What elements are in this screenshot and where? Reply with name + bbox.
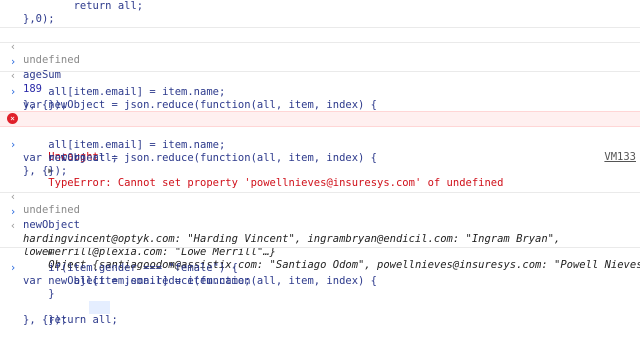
console-input-line: all[item.email] = item.name; bbox=[23, 86, 226, 98]
console-input-line: › var newObject = json.reduce(function(a… bbox=[0, 73, 640, 111]
console-input-line: all[item.email] = item.name; bbox=[23, 139, 226, 151]
console-input-line: › ageSum bbox=[0, 43, 640, 81]
console-prompt-input[interactable]: if(item.gender === "female") { bbox=[0, 262, 640, 275]
console-prompt-input[interactable]: all[item.email] = item.name; bbox=[0, 275, 640, 288]
text-selection bbox=[89, 301, 110, 314]
console-prompt-input[interactable]: }, {}); bbox=[0, 314, 640, 327]
console-prompt-input[interactable]: } bbox=[0, 288, 640, 301]
console-prompt-input[interactable]: return all; bbox=[0, 301, 640, 326]
console-input-line: › var newObject = json.reduce(function(a… bbox=[0, 126, 640, 164]
console-object-output[interactable]: ‹ ▶ Object {santiagoodom@assistix.com: "… bbox=[0, 207, 640, 271]
console-error-line[interactable]: × Uncaught ▶ TypeError: Cannot set prope… bbox=[0, 112, 640, 189]
console-input-line: }, {}); bbox=[23, 165, 68, 177]
console-output-line: ‹ 189 bbox=[0, 57, 640, 95]
console-input-line: },0); bbox=[23, 13, 55, 25]
error-icon: × bbox=[7, 113, 18, 124]
console-input-line: return all; bbox=[23, 0, 144, 12]
console-prompt-input[interactable]: › var newObject = json.reduce(function(a… bbox=[0, 249, 640, 287]
console-output-line: ‹ undefined bbox=[0, 28, 640, 66]
console-input-line: return all; bbox=[23, 152, 118, 164]
console-input-line: › newObject bbox=[0, 193, 640, 231]
console-object-output: hardingvincent@optyk.com: "Harding Vince… bbox=[23, 233, 561, 245]
console-output-line: ‹ undefined bbox=[0, 178, 640, 216]
console-object-output: lowemerrill@plexia.com: "Lowe Merrill"…} bbox=[23, 246, 276, 258]
